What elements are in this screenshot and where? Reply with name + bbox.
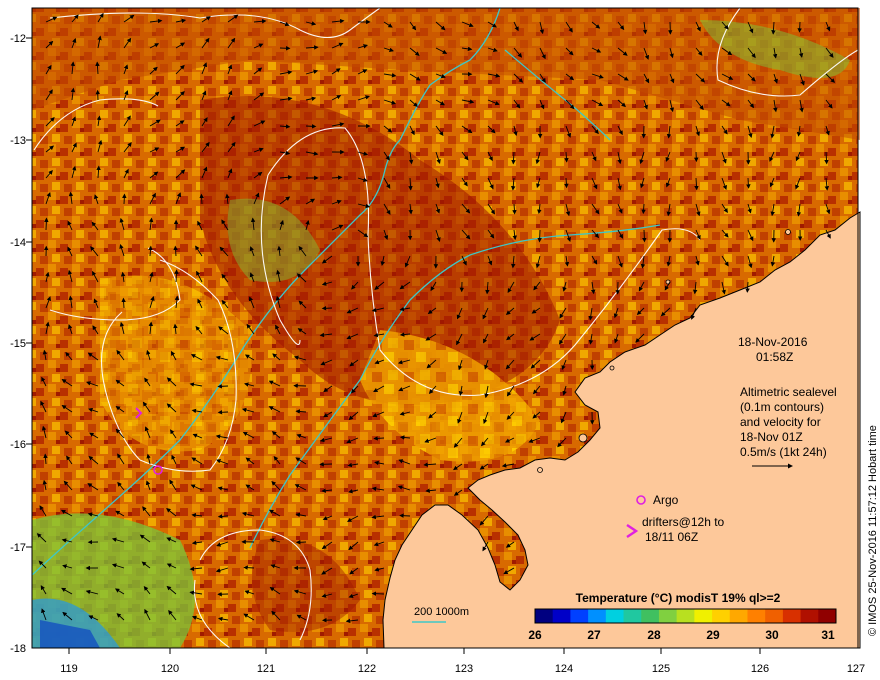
colorbar-title: Temperature (°C) modisT 19% ql>=2 (576, 591, 781, 605)
colorbar-step (588, 609, 607, 623)
x-tick: 122 (358, 663, 376, 675)
x-tick: 126 (751, 663, 769, 675)
x-tick: 123 (455, 663, 473, 675)
drifters-label-2: 18/11 06Z (645, 530, 698, 544)
colorbar-step (800, 609, 819, 623)
y-tick: -12 (10, 33, 26, 45)
y-tick: -14 (10, 237, 26, 249)
colorbar-step (535, 609, 554, 623)
velocity-arrow (217, 384, 229, 389)
velocity-arrow (321, 306, 333, 311)
velocity-arrow (44, 217, 49, 231)
velocity-arrow (121, 297, 126, 309)
depth-legend-label: 200 1000m (414, 606, 469, 618)
velocity-arrow (746, 177, 751, 189)
x-tick: 121 (257, 663, 275, 675)
colorbar-step (782, 609, 802, 623)
colorbar-step (712, 609, 731, 623)
y-tick: -17 (10, 542, 26, 554)
credit-label: © IMOS 25-Nov-2016 11:57:12 Hobart time (867, 425, 879, 636)
sst-map: 119 120 121 122 123 124 125 126 127 -12 … (10, 7, 879, 675)
desc-line: Altimetric sealevel (740, 385, 837, 399)
drifters-label: drifters@12h to (642, 515, 725, 529)
colorbar-tick: 26 (528, 628, 542, 642)
colorbar-tick: 30 (765, 628, 779, 642)
colorbar-step (570, 609, 589, 623)
date-label: 18-Nov-2016 (738, 335, 808, 349)
velocity-arrow (243, 565, 255, 570)
velocity-arrow (537, 229, 542, 243)
colorbar-step (676, 609, 695, 623)
y-tick: -18 (10, 643, 26, 655)
x-tick: 127 (847, 663, 865, 675)
desc-line: 0.5m/s (1kt 24h) (740, 445, 827, 459)
colorbar-step (818, 609, 837, 623)
x-tick: 124 (555, 663, 573, 675)
colorbar-step (641, 609, 660, 623)
colorbar-step (605, 609, 625, 623)
colorbar-step (658, 609, 678, 623)
colorbar-step (552, 609, 571, 623)
desc-line: and velocity for (740, 415, 821, 429)
argo-label: Argo (653, 493, 679, 507)
velocity-arrow (564, 177, 569, 189)
x-tick: 125 (652, 663, 670, 675)
colorbar-step (747, 609, 766, 623)
x-tick: 120 (161, 663, 179, 675)
velocity-arrow (305, 124, 317, 129)
velocity-arrow (373, 436, 385, 441)
x-axis: 119 120 121 122 123 124 125 126 127 (60, 663, 865, 675)
y-tick: -13 (10, 135, 26, 147)
x-tick: 119 (60, 663, 78, 675)
velocity-arrow (399, 513, 411, 518)
colorbar-step (694, 609, 713, 623)
velocity-arrow (122, 193, 127, 205)
velocity-arrow (642, 229, 647, 243)
colorbar-step (765, 609, 784, 623)
colorbar-tick: 29 (706, 628, 720, 642)
colorbar-tick: 27 (587, 628, 601, 642)
y-tick: -15 (10, 338, 26, 350)
colorbar-tick: 31 (821, 628, 835, 642)
velocity-arrow (174, 269, 179, 283)
desc-line: (0.1m contours) (740, 400, 824, 414)
time-label: 01:58Z (756, 350, 793, 364)
colorbar-step (729, 609, 748, 623)
velocity-arrow (371, 591, 385, 596)
y-tick: -16 (10, 439, 26, 451)
velocity-arrow (199, 193, 204, 205)
colorbar-step (623, 609, 642, 623)
velocity-arrow (797, 21, 802, 33)
colorbar-steps (535, 609, 837, 623)
desc-line: 18-Nov 01Z (740, 430, 803, 444)
colorbar-tick: 28 (647, 628, 661, 642)
y-axis: -12 -13 -14 -15 -16 -17 -18 (10, 33, 26, 655)
